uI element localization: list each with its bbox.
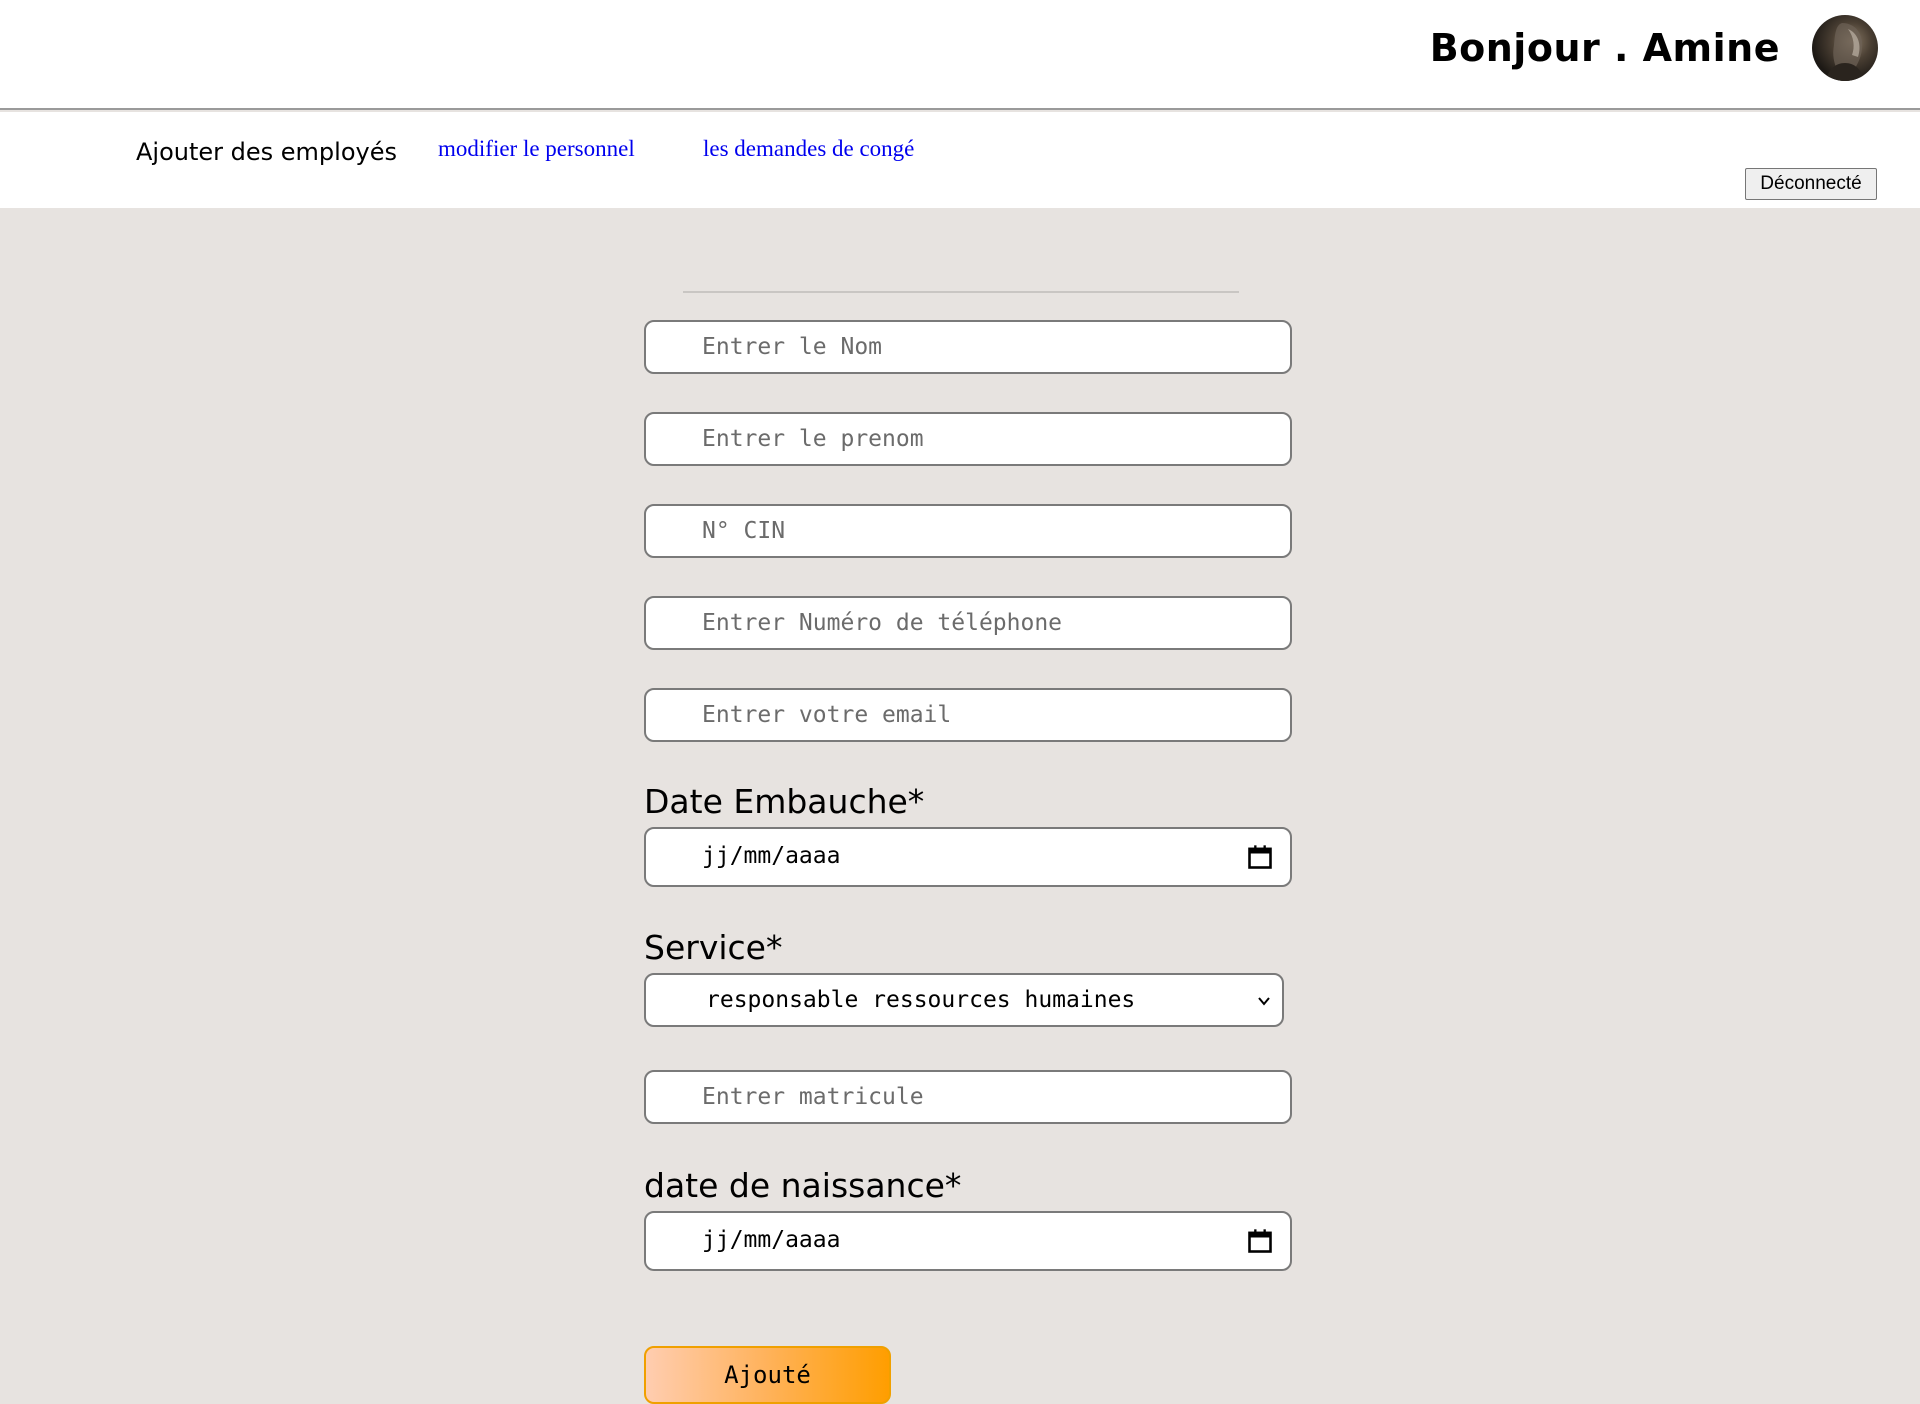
telephone-input[interactable] [644,596,1292,650]
nom-input[interactable] [644,320,1292,374]
date-embauche-value: jj/mm/aaaa [702,843,841,869]
service-select[interactable]: responsable ressources humaines [644,973,1284,1027]
nav-link-demandes-conge[interactable]: les demandes de congé [703,136,914,162]
prenom-input[interactable] [644,412,1292,466]
calendar-icon[interactable] [1246,1227,1274,1255]
nav-link-modifier-personnel[interactable]: modifier le personnel [438,136,635,162]
service-selected-value: responsable ressources humaines [706,987,1136,1013]
date-naissance-label: date de naissance* [644,1166,962,1205]
logout-button[interactable]: Déconnecté [1745,168,1877,200]
matricule-input[interactable] [644,1070,1292,1124]
calendar-icon[interactable] [1246,843,1274,871]
top-header: Bonjour . Amine [0,0,1920,110]
date-embauche-label: Date Embauche* [644,782,925,821]
navigation-bar: Ajouter des employés modifier le personn… [0,112,1920,208]
date-naissance-input[interactable]: jj/mm/aaaa [644,1211,1292,1271]
cin-input[interactable] [644,504,1292,558]
email-input[interactable] [644,688,1292,742]
service-label: Service* [644,928,783,967]
greeting-text: Bonjour . Amine [1429,26,1780,70]
submit-button[interactable]: Ajouté [644,1346,891,1404]
nav-item-ajouter-employes[interactable]: Ajouter des employés [136,138,397,166]
date-embauche-input[interactable]: jj/mm/aaaa [644,827,1292,887]
form-divider [683,291,1239,293]
chevron-down-icon [1258,997,1270,1006]
date-naissance-value: jj/mm/aaaa [702,1227,841,1253]
avatar-photo-icon [1826,23,1864,81]
user-avatar[interactable] [1812,15,1878,81]
